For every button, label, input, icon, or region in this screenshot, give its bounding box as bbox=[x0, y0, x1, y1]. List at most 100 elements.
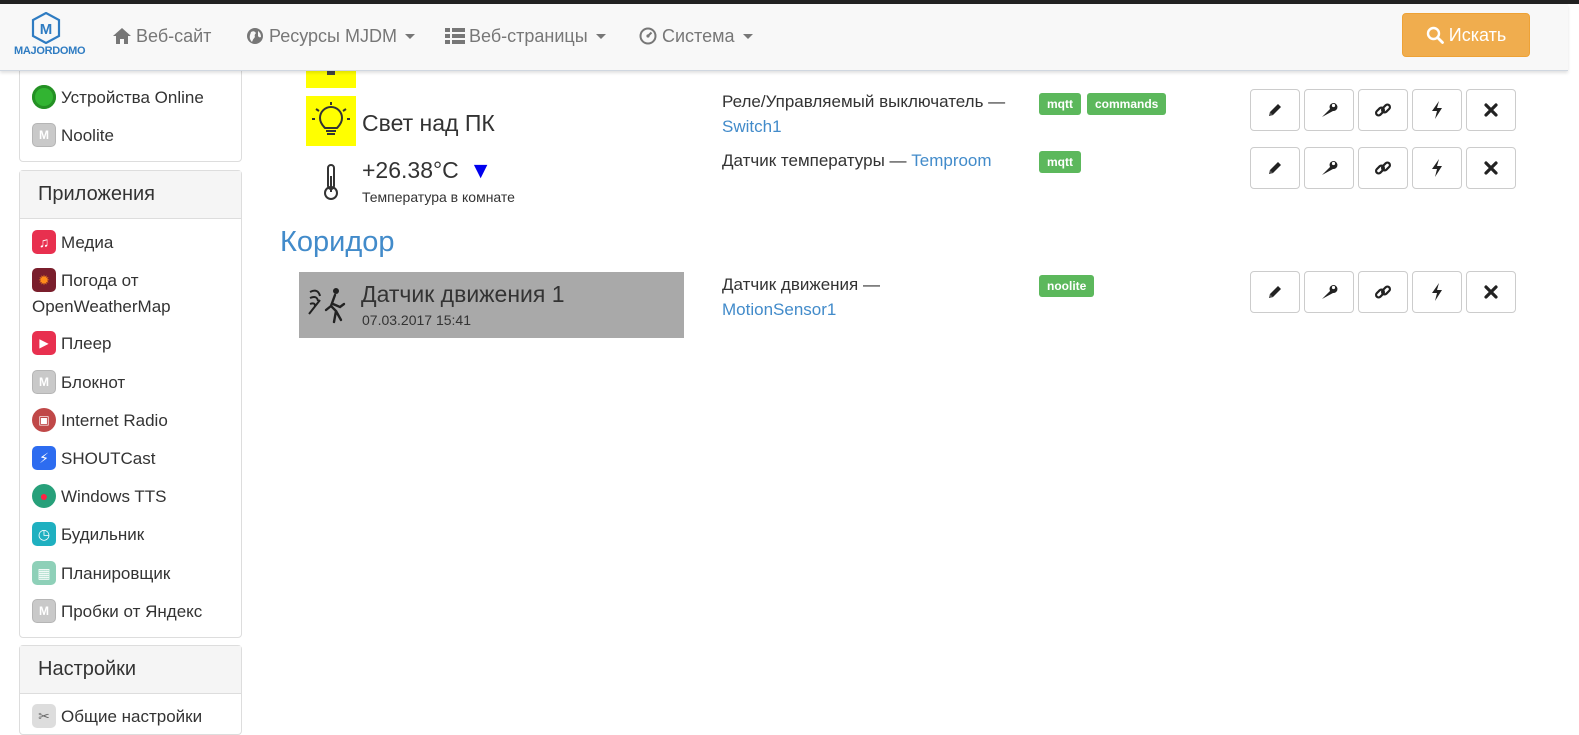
actions-button[interactable] bbox=[1412, 271, 1462, 313]
sidebar-item-label: Windows TTS bbox=[61, 487, 167, 506]
trend-down-icon: ▼ bbox=[469, 157, 492, 183]
sidebar-item-label: Noolite bbox=[61, 126, 114, 145]
actions-button[interactable] bbox=[1412, 89, 1462, 131]
device-title[interactable]: +26.38°C ▼ bbox=[362, 157, 492, 184]
sun-icon: ✹ bbox=[32, 267, 56, 292]
search-button[interactable]: Искать bbox=[1402, 13, 1530, 57]
device-subtitle: Температура в комнате bbox=[362, 189, 515, 205]
device-type: Датчик движения — MotionSensor1 bbox=[722, 272, 922, 322]
sidebar-item-windows-tts[interactable]: ● Windows TTS bbox=[32, 483, 167, 510]
apps-heading: Приложения bbox=[20, 171, 241, 219]
device-class-link[interactable]: Temproom bbox=[911, 151, 991, 170]
sidebar-item-alarm[interactable]: ◷ Будильник bbox=[32, 521, 145, 548]
sidebar-item-player[interactable]: ▶ Плеер bbox=[32, 330, 112, 357]
calendar-icon: ▦ bbox=[32, 560, 56, 585]
temperature-value: +26.38°C bbox=[362, 157, 459, 183]
list-icon bbox=[445, 26, 465, 46]
delete-button[interactable] bbox=[1466, 89, 1516, 131]
sidebar-item-label: Плеер bbox=[61, 334, 112, 353]
links-button[interactable] bbox=[1358, 89, 1408, 131]
device-type-text: Датчик движения — bbox=[722, 275, 880, 294]
links-button[interactable] bbox=[1358, 271, 1408, 313]
music-icon: ♫ bbox=[32, 229, 56, 254]
sidebar-item-notebook[interactable]: Блокнот bbox=[32, 369, 126, 396]
sidebar-panel-settings: Настройки ✂ Общие настройки bbox=[19, 645, 242, 735]
device-subtitle: 07.03.2017 15:41 bbox=[362, 312, 471, 328]
tag-label: commands bbox=[1087, 93, 1167, 115]
sidebar-item-label: Устройства Online bbox=[61, 88, 204, 107]
sidebar-item-label: Internet Radio bbox=[61, 411, 168, 430]
tools-icon: ✂ bbox=[32, 703, 56, 728]
edit-button[interactable] bbox=[1250, 271, 1300, 313]
close-icon bbox=[1484, 161, 1498, 175]
device-title: Датчик движения 1 bbox=[361, 281, 565, 307]
close-icon bbox=[1484, 103, 1498, 117]
delete-button[interactable] bbox=[1466, 271, 1516, 313]
settings-button[interactable] bbox=[1304, 89, 1354, 131]
sidebar-item-shoutcast[interactable]: ⚡ SHOUTCast bbox=[32, 445, 155, 472]
sidebar-item-label: Блокнот bbox=[61, 373, 126, 392]
device-class-link[interactable]: MotionSensor1 bbox=[722, 300, 836, 319]
shoutcast-icon: ⚡ bbox=[32, 445, 56, 470]
search-icon bbox=[1426, 26, 1444, 44]
sidebar-item-label: Планировщик bbox=[61, 564, 171, 583]
lightbulb-icon[interactable] bbox=[306, 96, 356, 146]
chevron-down-icon bbox=[404, 33, 415, 39]
links-button[interactable] bbox=[1358, 147, 1408, 189]
sidebar-item-label: Общие настройки bbox=[61, 707, 203, 726]
sidebar-item-label: Пробки от Яндекс bbox=[61, 602, 203, 621]
sidebar-item-label: Будильник bbox=[61, 525, 145, 544]
globe-icon bbox=[245, 26, 265, 46]
logo-text: MAJORDOMO bbox=[14, 45, 86, 57]
chevron-down-icon bbox=[742, 33, 753, 39]
sidebar-item-weather[interactable]: ✹ Погода от OpenWeatherMap bbox=[32, 267, 232, 320]
sidebar-panel-apps: Приложения ♫ Медиа ✹ Погода от OpenWeather… bbox=[19, 170, 242, 638]
dashboard-icon bbox=[638, 26, 658, 46]
sidebar-item-media[interactable]: ♫ Медиа bbox=[32, 229, 114, 256]
majordomo-gray-icon bbox=[32, 122, 56, 147]
radio-icon: ▣ bbox=[32, 407, 56, 432]
sidebar-item-scheduler[interactable]: ▦ Планировщик bbox=[32, 560, 171, 587]
device-class-link[interactable]: Switch1 bbox=[722, 117, 782, 136]
section-title[interactable]: Коридор bbox=[280, 226, 395, 259]
wrench-icon bbox=[1320, 159, 1338, 177]
sidebar-item-general-settings[interactable]: ✂ Общие настройки bbox=[32, 703, 203, 730]
nav-resources[interactable]: Ресурсы MJDM bbox=[245, 24, 415, 48]
actions-button[interactable] bbox=[1412, 147, 1462, 189]
sidebar-item-yandex-traffic[interactable]: Пробки от Яндекс bbox=[32, 598, 203, 625]
microphone-icon: ● bbox=[32, 483, 56, 508]
sidebar-item-devices-online[interactable]: Устройства Online bbox=[32, 84, 204, 111]
nav-webpages[interactable]: Веб-страницы bbox=[445, 24, 606, 48]
bolt-icon bbox=[1430, 101, 1444, 119]
green-dot-icon bbox=[32, 84, 56, 109]
device-type: Датчик температуры — Temproom bbox=[722, 148, 1022, 173]
delete-button[interactable] bbox=[1466, 147, 1516, 189]
wrench-icon bbox=[1320, 283, 1338, 301]
nav-webpages-label: Веб-страницы bbox=[469, 25, 588, 46]
majordomo-gray-icon bbox=[32, 598, 56, 623]
majordomo-gray-icon bbox=[32, 369, 56, 394]
chevron-down-icon bbox=[595, 33, 606, 39]
thermometer-icon[interactable] bbox=[314, 160, 348, 204]
settings-button[interactable] bbox=[1304, 271, 1354, 313]
sidebar-item-label: Медиа bbox=[61, 233, 114, 252]
edit-button[interactable] bbox=[1250, 89, 1300, 131]
alarm-clock-icon: ◷ bbox=[32, 521, 56, 546]
sidebar-item-internet-radio[interactable]: ▣ Internet Radio bbox=[32, 407, 168, 434]
nav-website[interactable]: Веб-сайт bbox=[112, 24, 211, 48]
sidebar-item-noolite[interactable]: Noolite bbox=[32, 122, 114, 149]
device-type-text: Реле/Управляемый выключатель — bbox=[722, 92, 1006, 111]
majordomo-logo-icon: M bbox=[31, 12, 61, 44]
edit-button[interactable] bbox=[1250, 147, 1300, 189]
majordomo-logo[interactable]: M MAJORDOMO bbox=[14, 12, 86, 64]
device-title[interactable]: Свет над ПК bbox=[362, 110, 495, 137]
tag-label: noolite bbox=[1039, 275, 1095, 297]
home-icon bbox=[112, 26, 132, 46]
device-type: Реле/Управляемый выключатель — Switch1 bbox=[722, 89, 1012, 139]
motion-device-tile[interactable]: Датчик движения 1 07.03.2017 15:41 bbox=[299, 272, 684, 338]
link-icon bbox=[1374, 283, 1392, 301]
settings-button[interactable] bbox=[1304, 147, 1354, 189]
nav-system[interactable]: Система bbox=[638, 24, 753, 48]
link-icon bbox=[1374, 159, 1392, 177]
edit-icon bbox=[1266, 101, 1284, 119]
